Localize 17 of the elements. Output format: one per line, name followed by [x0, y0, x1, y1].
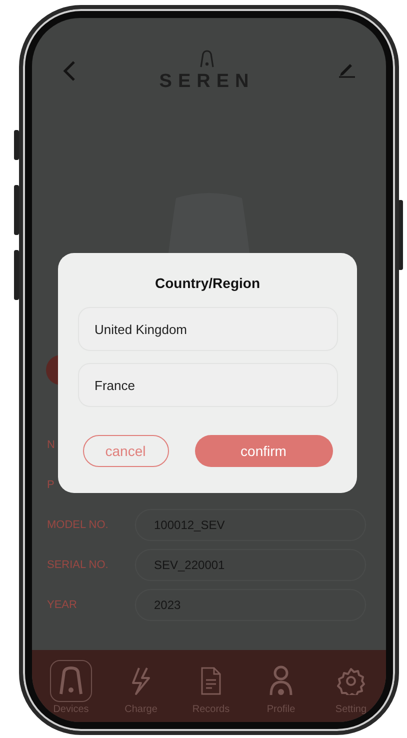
- field-label: YEAR: [47, 599, 78, 611]
- cancel-button[interactable]: cancel: [82, 435, 168, 467]
- dialog-title: Country/Region: [155, 275, 260, 291]
- confirm-button[interactable]: confirm: [194, 435, 332, 467]
- logo-icon: [199, 50, 215, 68]
- lightning-icon: [130, 666, 152, 696]
- option-item[interactable]: France: [78, 363, 338, 407]
- option-item[interactable]: United Kingdom: [78, 307, 338, 351]
- field-label: SERIAL NO.: [47, 559, 110, 571]
- field-label: MODEL NO.: [47, 519, 110, 531]
- document-icon: [200, 666, 222, 696]
- person-icon: [269, 665, 293, 697]
- charger-icon: [58, 666, 84, 696]
- nav-tab[interactable]: [50, 660, 92, 702]
- settings-icon: [337, 667, 365, 695]
- back-icon[interactable]: [62, 60, 76, 82]
- field-label: P: [47, 479, 56, 491]
